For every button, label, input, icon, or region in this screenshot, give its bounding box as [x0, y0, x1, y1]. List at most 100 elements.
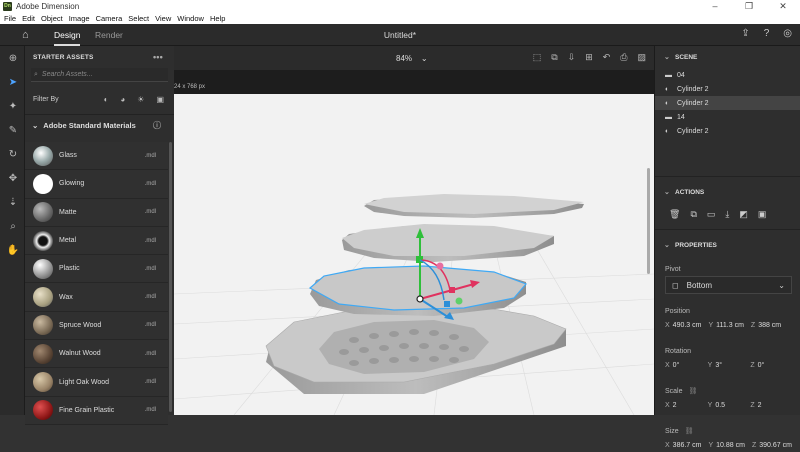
scene-item-selected[interactable]: ◐ Cylinder 2	[655, 96, 800, 110]
asset-item[interactable]: Fine Grain Plastic .mdl	[25, 396, 168, 425]
camera-bookmark-icon[interactable]: ⬚	[533, 52, 542, 63]
dolly-icon[interactable]: ⇣	[6, 196, 20, 210]
camera-icon[interactable]: ⎙	[620, 52, 627, 63]
material-action-icon[interactable]: ◩	[739, 209, 748, 220]
asset-item[interactable]: Spruce Wood .mdl	[25, 311, 168, 341]
y-scale-handle[interactable]	[416, 256, 423, 263]
orbit-icon[interactable]: ↻	[6, 148, 20, 162]
sampler-icon[interactable]: ✎	[6, 124, 20, 138]
hand-icon[interactable]: ✋	[6, 244, 20, 258]
render-preview-icon[interactable]: ▨	[637, 52, 646, 63]
rotation-fields: X 0° Y 3° Z 0°	[665, 361, 765, 369]
rotate-handle-green[interactable]	[455, 297, 463, 305]
right-panel: ⌄ SCENE ▬ 04 ◐ Cylinder 2 ◐ Cylinder 2 ▬ 14 ◐…	[654, 46, 800, 449]
menu-edit[interactable]: Edit	[22, 14, 35, 23]
minimize-icon[interactable]: –	[698, 0, 732, 12]
add-icon[interactable]: ⊕	[6, 52, 20, 66]
menu-view[interactable]: View	[155, 14, 171, 23]
viewport[interactable]: 84% ⌄ ⬚ ⧉ ⇩ ⊞ ↶ ⎙ ▨ 24 x 768 px	[174, 46, 654, 415]
more-icon[interactable]: •••	[153, 52, 163, 62]
pivot-icon: ◻	[672, 280, 679, 290]
scene-item[interactable]: ◐ Cylinder 2	[655, 82, 800, 96]
properties-header: PROPERTIES	[675, 241, 717, 249]
info-icon[interactable]: ⓘ	[153, 120, 161, 131]
asset-item[interactable]: Light Oak Wood .mdl	[25, 368, 168, 397]
snap-icon[interactable]: ⊞	[585, 52, 593, 63]
pan-icon[interactable]: ✥	[6, 172, 20, 186]
image-action-icon[interactable]: ▣	[758, 209, 767, 220]
menu-object[interactable]: Object	[41, 14, 63, 23]
asset-item[interactable]: Matte .mdl	[25, 198, 168, 227]
section-title: Adobe Standard Materials	[43, 121, 136, 130]
size-x-field[interactable]: 386.7 cm	[673, 442, 702, 449]
scene-item[interactable]: ▬ 14	[655, 110, 800, 124]
chevron-down-icon[interactable]: ⌄	[664, 53, 670, 61]
menu-file[interactable]: File	[4, 14, 16, 23]
asset-item[interactable]: Walnut Wood .mdl	[25, 340, 168, 369]
scene-item[interactable]: ▬ 04	[655, 68, 800, 82]
graphic-filter-icon[interactable]: ◕	[120, 95, 125, 104]
zoom-level[interactable]: 84% ⌄	[396, 54, 428, 63]
magic-wand-icon[interactable]: ✦	[6, 100, 20, 114]
maximize-icon[interactable]: ❐	[732, 0, 766, 12]
scale-y-field[interactable]: 0.5	[715, 402, 743, 409]
walnut-wood-thumbnail-icon	[33, 343, 53, 364]
group-icon[interactable]: ▭	[707, 209, 716, 220]
select-tool-icon[interactable]: ➤	[6, 76, 20, 90]
dimension-logo-icon: Dn	[3, 1, 12, 11]
asset-item[interactable]: Glowing .mdl	[25, 170, 168, 199]
light-filter-icon[interactable]: ☀	[137, 95, 144, 104]
rotation-label: Rotation	[665, 347, 692, 355]
scale-fields: X2 Y 0.5 Z2	[665, 401, 762, 409]
position-y-field[interactable]: 111.3 cm	[716, 322, 744, 329]
chevron-down-icon[interactable]: ⌄	[664, 241, 670, 249]
menu-window[interactable]: Window	[177, 14, 204, 23]
asset-item[interactable]: Glass .mdl	[25, 142, 168, 171]
menu-help[interactable]: Help	[210, 14, 225, 23]
asset-item[interactable]: Plastic .mdl	[25, 255, 168, 284]
rotation-z-field[interactable]: 0°	[758, 362, 765, 369]
globe-icon[interactable]: ◎	[783, 28, 792, 39]
size-y-field[interactable]: 10.88 cm	[716, 442, 745, 449]
folder-icon: ▬	[665, 113, 672, 121]
menu-camera[interactable]: Camera	[96, 14, 123, 23]
menu-select[interactable]: Select	[128, 14, 149, 23]
asset-item[interactable]: Wax .mdl	[25, 283, 168, 312]
link-icon[interactable]: ⛓	[689, 387, 698, 395]
scene-canvas[interactable]	[174, 94, 654, 415]
trash-icon[interactable]: 🗑	[669, 209, 680, 220]
search-input[interactable]: ⌕ Search Assets...	[31, 68, 168, 82]
image-filter-icon[interactable]: ▣	[156, 95, 164, 104]
menu-image[interactable]: Image	[69, 14, 90, 23]
pivot-point[interactable]	[416, 295, 424, 303]
assets-scrollbar[interactable]	[169, 142, 172, 412]
asset-item[interactable]: Metal .mdl	[25, 226, 168, 256]
close-icon[interactable]: ✕	[766, 0, 800, 12]
pivot-dropdown[interactable]: ◻ Bottom ⌄	[665, 276, 792, 294]
rotation-x-field[interactable]: 0°	[673, 362, 701, 369]
link-icon[interactable]: ⛓	[685, 427, 694, 435]
chevron-down-icon[interactable]: ⌄	[664, 188, 670, 196]
scene-item[interactable]: ◐ Cylinder 2	[655, 124, 800, 138]
duplicate-icon[interactable]: ⧉	[690, 209, 696, 220]
viewport-scrollbar[interactable]	[647, 168, 650, 274]
rotate-handle[interactable]	[436, 262, 444, 270]
share-icon[interactable]: ⇪	[741, 28, 749, 39]
position-z-field[interactable]: 388 cm	[758, 322, 781, 329]
help-icon[interactable]: ?	[764, 28, 770, 39]
undo-camera-icon[interactable]: ↶	[603, 52, 611, 63]
rotation-y-field[interactable]: 3°	[715, 362, 743, 369]
selected-disc[interactable]	[308, 265, 528, 316]
scale-x-field[interactable]: 2	[673, 402, 701, 409]
scale-z-field[interactable]: 2	[758, 402, 762, 409]
z-scale-handle[interactable]	[444, 301, 450, 307]
size-z-field[interactable]: 390.67 cm	[759, 442, 792, 449]
material-filter-icon[interactable]: ◐	[104, 95, 109, 104]
drop-to-ground-icon[interactable]: ⇩	[568, 52, 576, 63]
export-icon[interactable]: ⤓	[725, 209, 729, 220]
position-label: Position	[665, 307, 690, 315]
zoom-icon[interactable]: ⌕	[6, 220, 20, 234]
chevron-down-icon[interactable]: ⌄	[32, 121, 38, 130]
align-icon[interactable]: ⧉	[551, 52, 557, 63]
position-x-field[interactable]: 490.3 cm	[673, 322, 702, 329]
